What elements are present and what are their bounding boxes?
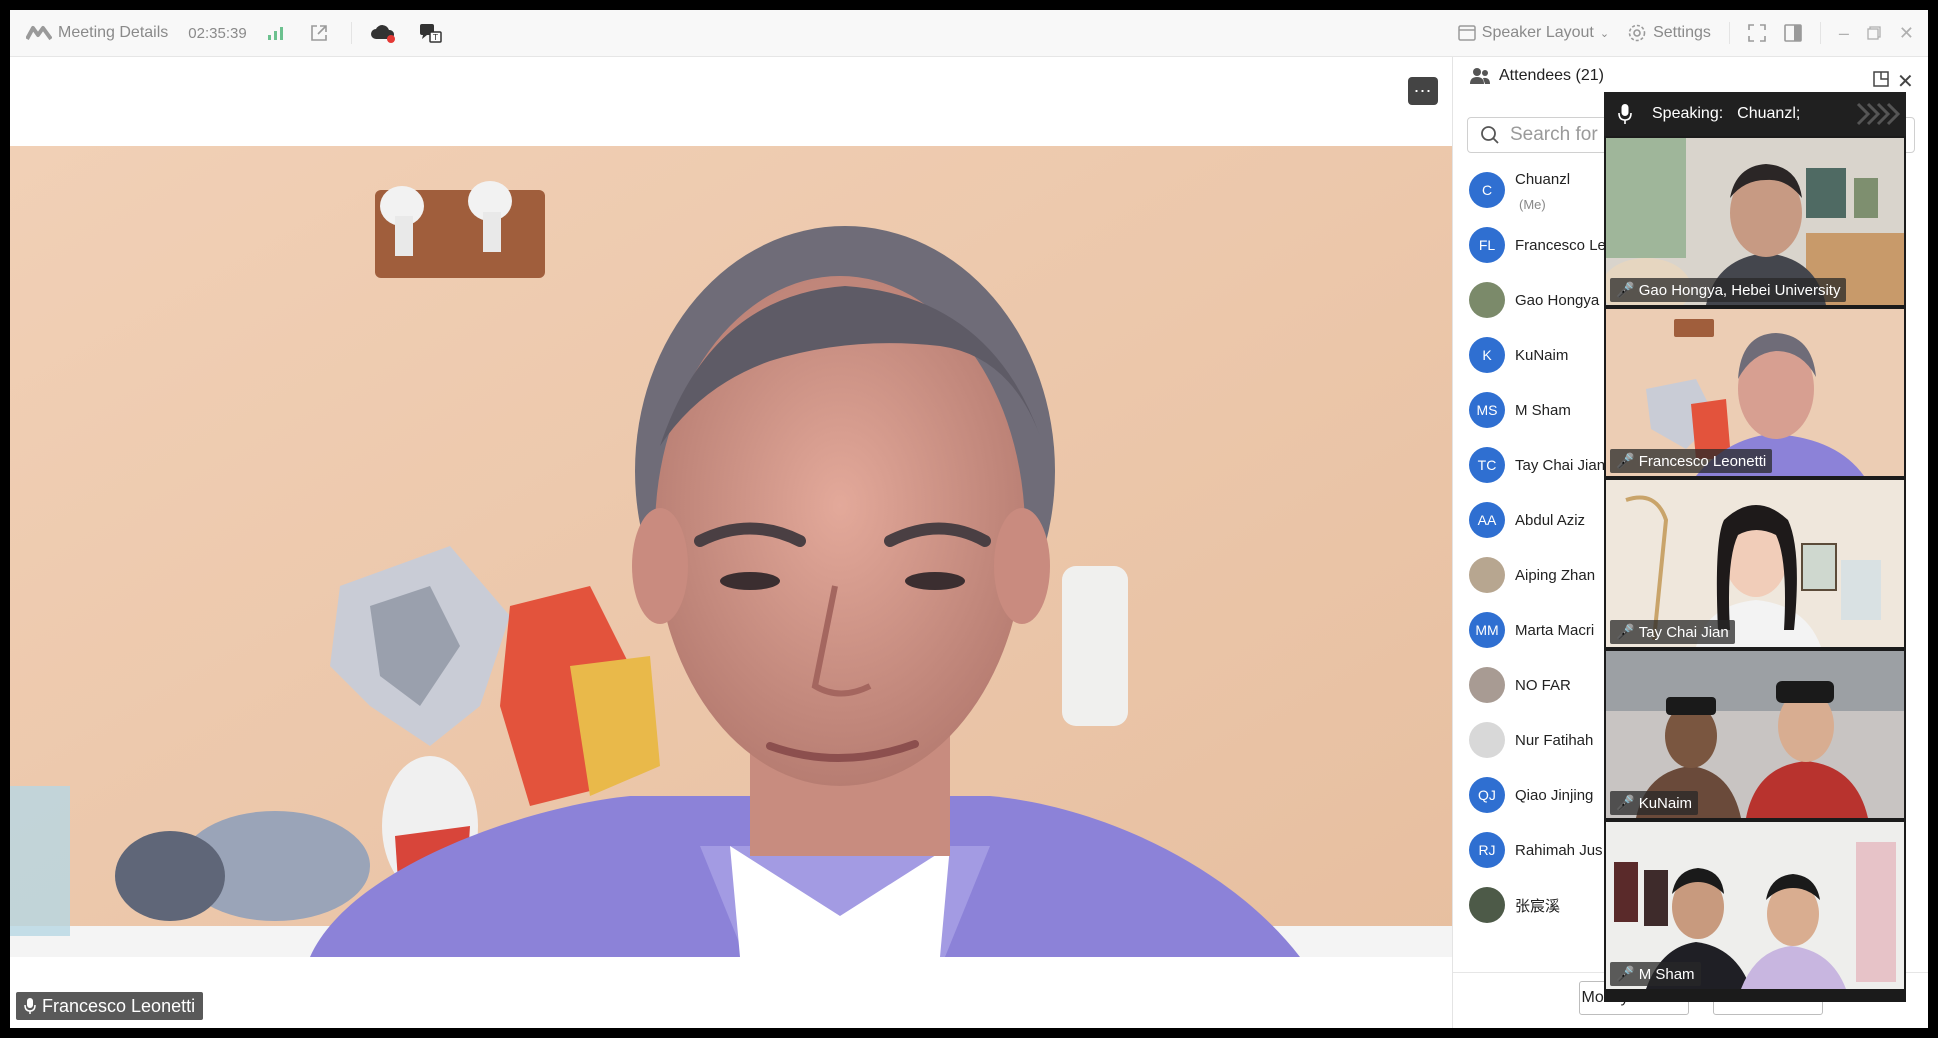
tile-name-tag: 🎤 Tay Chai Jian — [1610, 620, 1735, 644]
attendee-name: Chuanzl — [1515, 171, 1571, 188]
avatar: RJ — [1469, 832, 1505, 868]
more-options-button[interactable]: ⋯ — [1408, 77, 1438, 105]
collapse-icon[interactable] — [1856, 102, 1900, 126]
video-tile[interactable]: 🎤 M Sham — [1606, 822, 1904, 989]
meeting-window: Meeting Details 02:35:39 T Speaker Layou… — [10, 10, 1928, 1028]
main-stage: ⋯ Francesco Leonetti — [10, 57, 1452, 1028]
close-panel-icon[interactable]: ✕ — [1897, 69, 1914, 94]
avatar — [1469, 557, 1505, 593]
attendee-name: 张宸溪 — [1515, 897, 1561, 915]
tile-name-tag: 🎤 Francesco Leonetti — [1610, 449, 1773, 473]
avatar: C — [1469, 172, 1505, 208]
muted-microphone-icon: 🎤 — [1616, 966, 1635, 983]
attendee-name: Tay Chai Jian — [1515, 456, 1606, 474]
title-divider — [1728, 22, 1730, 44]
tile-name: M Sham — [1638, 965, 1695, 983]
attendee-name: M Sham — [1515, 401, 1571, 419]
video-tile[interactable]: 🎤 Tay Chai Jian — [1606, 480, 1904, 647]
speaker-name: Francesco Leonetti — [42, 995, 196, 1016]
speaking-indicator: Speaking: Chuanzl; — [1604, 92, 1906, 136]
attendee-note: (Me) — [1519, 197, 1546, 212]
muted-microphone-icon: 🎤 — [1616, 624, 1635, 641]
share-external-icon[interactable] — [309, 23, 329, 43]
title-divider — [1819, 22, 1821, 44]
video-tile[interactable]: 🎤 KuNaim — [1606, 651, 1904, 818]
svg-text:T: T — [432, 33, 438, 42]
cloud-recording-icon[interactable] — [370, 23, 396, 43]
video-tile[interactable]: 🎤 Gao Hongya, Hebei University — [1606, 138, 1904, 305]
attendee-name: NO FAR — [1515, 676, 1571, 694]
microphone-icon — [24, 998, 36, 1014]
settings-label: Settings — [1653, 24, 1711, 41]
meeting-details-label: Meeting Details — [58, 24, 169, 41]
attendee-name: Rahimah Jus — [1515, 841, 1603, 859]
speaker-video-frame — [10, 146, 1452, 957]
attendees-header: Attendees (21) — [1469, 67, 1604, 85]
attendee-name: Nur Fatihah — [1515, 731, 1594, 749]
avatar: K — [1469, 337, 1505, 373]
tile-name: Francesco Leonetti — [1638, 452, 1767, 470]
attendee-name: Marta Macri — [1515, 621, 1595, 639]
gear-icon — [1628, 24, 1646, 42]
app-logo-icon — [26, 26, 52, 41]
tile-name-tag: 🎤 KuNaim — [1610, 791, 1699, 815]
attendees-title: Attendees (21) — [1499, 67, 1604, 84]
live-transcript-icon[interactable]: T — [418, 22, 444, 44]
title-bar-left: Meeting Details 02:35:39 T — [26, 10, 444, 56]
popout-icon[interactable] — [1873, 71, 1889, 87]
chevron-down-icon: ⌄ — [1599, 27, 1610, 40]
close-window-icon[interactable]: ✕ — [1899, 23, 1914, 44]
speaking-name: Chuanzl; — [1737, 105, 1801, 122]
fullscreen-icon[interactable] — [1748, 24, 1766, 42]
meeting-timer: 02:35:39 — [188, 24, 247, 42]
tile-name: KuNaim — [1638, 794, 1693, 812]
avatar: MS — [1469, 392, 1505, 428]
avatar: AA — [1469, 502, 1505, 538]
attendee-name: KuNaim — [1515, 346, 1569, 364]
tile-name: Tay Chai Jian — [1638, 623, 1729, 641]
avatar: QJ — [1469, 777, 1505, 813]
microphone-icon: 🎤 — [1616, 282, 1635, 299]
meeting-details-button[interactable]: Meeting Details — [26, 24, 168, 42]
attendee-name: Abdul Aziz — [1515, 511, 1586, 529]
tile-name: Gao Hongya, Hebei University — [1638, 281, 1841, 299]
attendee-name: Qiao Jinjing — [1515, 786, 1594, 804]
attendee-name: Francesco Le — [1515, 236, 1606, 254]
side-panel-icon[interactable] — [1784, 24, 1802, 42]
people-icon — [1470, 68, 1490, 84]
avatar — [1469, 887, 1505, 923]
minimize-icon[interactable]: – — [1839, 23, 1849, 44]
avatar: MM — [1469, 612, 1505, 648]
speaker-layout-label: Speaker Layout — [1481, 24, 1594, 41]
avatar: FL — [1469, 227, 1505, 263]
active-speaker-video — [10, 146, 1452, 957]
settings-button[interactable]: Settings — [1627, 23, 1711, 43]
avatar: TC — [1469, 447, 1505, 483]
search-icon — [1481, 126, 1499, 144]
speaking-label: Speaking: — [1652, 105, 1724, 122]
microphone-icon: 🎤 — [1616, 453, 1635, 470]
avatar — [1469, 667, 1505, 703]
speaker-layout-button[interactable]: Speaker Layout ⌄ — [1458, 24, 1609, 42]
speaker-gallery[interactable]: Speaking: Chuanzl; 🎤 Gao Hongya, Hebei U… — [1604, 92, 1906, 1002]
tile-name-tag: 🎤 Gao Hongya, Hebei University — [1610, 278, 1847, 302]
attendee-name: Aiping Zhan — [1515, 566, 1596, 584]
video-tile[interactable]: 🎤 Francesco Leonetti — [1606, 309, 1904, 476]
microphone-icon — [1618, 104, 1632, 124]
title-divider — [350, 22, 352, 44]
muted-microphone-icon: 🎤 — [1616, 795, 1635, 812]
avatar — [1469, 282, 1505, 318]
title-bar: Meeting Details 02:35:39 T Speaker Layou… — [10, 10, 1928, 57]
title-bar-right: Speaker Layout ⌄ Settings – ✕ — [1458, 10, 1914, 56]
layout-icon — [1458, 25, 1476, 41]
signal-icon[interactable] — [267, 25, 285, 41]
avatar — [1469, 722, 1505, 758]
attendee-name: Gao Hongya — [1515, 291, 1600, 309]
speaker-name-tag: Francesco Leonetti — [16, 992, 204, 1020]
ellipsis-icon: ⋯ — [1413, 80, 1433, 101]
tile-name-tag: 🎤 M Sham — [1610, 962, 1701, 986]
restore-icon[interactable] — [1867, 26, 1881, 40]
